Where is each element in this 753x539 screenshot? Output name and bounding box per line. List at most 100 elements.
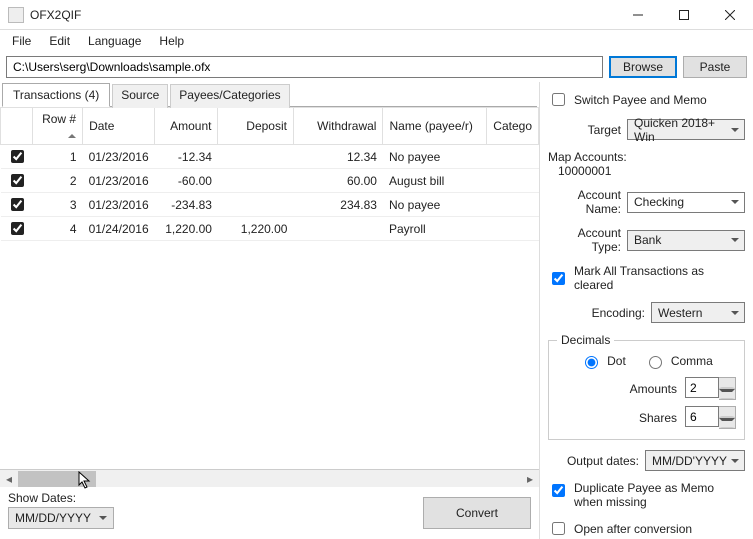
row-checkbox[interactable] — [11, 150, 24, 163]
cell-date: 01/23/2016 — [83, 193, 155, 217]
decimals-legend: Decimals — [557, 333, 614, 347]
convert-button[interactable]: Convert — [423, 497, 531, 529]
cell-date: 01/23/2016 — [83, 169, 155, 193]
paste-button[interactable]: Paste — [683, 56, 747, 78]
encoding-label: Encoding: — [548, 306, 645, 320]
menu-bar: File Edit Language Help — [0, 30, 753, 52]
tab-payees[interactable]: Payees/Categories — [170, 84, 289, 108]
sort-asc-icon — [68, 130, 76, 138]
cell-amount: 1,220.00 — [155, 217, 218, 241]
account-type-label: Account Type: — [548, 226, 621, 254]
col-row[interactable]: Row # — [33, 108, 83, 145]
amounts-label: Amounts — [630, 382, 677, 396]
row-checkbox[interactable] — [11, 222, 24, 235]
scroll-left-icon[interactable]: ◂ — [0, 470, 18, 488]
table-row[interactable]: 2 01/23/2016 -60.00 60.00 August bill — [1, 169, 539, 193]
open-after-checkbox[interactable] — [552, 522, 565, 535]
col-withdrawal[interactable]: Withdrawal — [293, 108, 383, 145]
cell-row: 4 — [33, 217, 83, 241]
browse-button[interactable]: Browse — [609, 56, 677, 78]
title-bar: OFX2QIF — [0, 0, 753, 30]
cell-deposit — [218, 193, 294, 217]
close-button[interactable] — [707, 0, 753, 30]
file-path-input[interactable] — [6, 56, 603, 78]
encoding-select[interactable]: Western — [651, 302, 745, 323]
col-date[interactable]: Date — [83, 108, 155, 145]
menu-help[interactable]: Help — [151, 32, 192, 50]
row-checkbox[interactable] — [11, 174, 24, 187]
output-dates-select[interactable]: MM/DD'YYYY — [645, 450, 745, 471]
output-dates-label: Output dates: — [548, 454, 639, 468]
target-select[interactable]: Quicken 2018+ Win — [627, 119, 745, 140]
account-name-label: Account Name: — [548, 188, 621, 216]
cell-deposit — [218, 145, 294, 169]
shares-label: Shares — [639, 411, 677, 425]
col-deposit[interactable]: Deposit — [218, 108, 294, 145]
dup-payee-label: Duplicate Payee as Memo when missing — [574, 481, 745, 509]
menu-language[interactable]: Language — [80, 32, 149, 50]
menu-file[interactable]: File — [4, 32, 39, 50]
cell-category — [487, 169, 539, 193]
col-category[interactable]: Catego — [487, 108, 539, 145]
open-after-label: Open after conversion — [574, 522, 692, 536]
cell-amount: -60.00 — [155, 169, 218, 193]
cell-amount: -12.34 — [155, 145, 218, 169]
show-dates-select[interactable]: MM/DD/YYYY — [8, 507, 114, 529]
account-type-select[interactable]: Bank — [627, 230, 745, 251]
spin-down-icon[interactable] — [719, 418, 735, 429]
col-checkbox[interactable] — [1, 108, 33, 145]
amounts-spinner[interactable] — [685, 377, 736, 400]
scroll-right-icon[interactable]: ▸ — [521, 470, 539, 488]
menu-edit[interactable]: Edit — [41, 32, 78, 50]
app-icon — [8, 7, 24, 23]
spin-down-icon[interactable] — [719, 389, 735, 400]
cell-category — [487, 217, 539, 241]
spin-up-icon[interactable] — [719, 407, 735, 418]
cell-name: No payee — [383, 145, 487, 169]
switch-payee-checkbox[interactable] — [552, 93, 565, 106]
table-row[interactable]: 1 01/23/2016 -12.34 12.34 No payee — [1, 145, 539, 169]
account-name-input[interactable]: Checking — [627, 192, 745, 213]
table-row[interactable]: 3 01/23/2016 -234.83 234.83 No payee — [1, 193, 539, 217]
cell-date: 01/24/2016 — [83, 217, 155, 241]
decimals-group: Decimals Dot Comma Amounts Shares — [548, 333, 745, 440]
mark-cleared-label: Mark All Transactions as cleared — [574, 264, 745, 292]
window-title: OFX2QIF — [30, 8, 615, 22]
tab-transactions[interactable]: Transactions (4) — [2, 83, 110, 107]
table-row[interactable]: 4 01/24/2016 1,220.00 1,220.00 Payroll — [1, 217, 539, 241]
scroll-thumb[interactable] — [18, 471, 96, 487]
row-checkbox[interactable] — [11, 198, 24, 211]
target-label: Target — [548, 123, 621, 137]
cell-withdrawal — [293, 217, 383, 241]
minimize-button[interactable] — [615, 0, 661, 30]
spin-up-icon[interactable] — [719, 378, 735, 389]
col-amount[interactable]: Amount — [155, 108, 218, 145]
dup-payee-checkbox[interactable] — [552, 484, 565, 497]
cell-withdrawal: 60.00 — [293, 169, 383, 193]
cell-amount: -234.83 — [155, 193, 218, 217]
col-name[interactable]: Name (payee/r) — [383, 108, 487, 145]
account-id-label: 10000001 — [548, 164, 745, 178]
tab-bar: Transactions (4) Source Payees/Categorie… — [2, 82, 537, 107]
show-dates-label: Show Dates: — [8, 491, 114, 505]
cell-deposit — [218, 169, 294, 193]
cell-withdrawal: 12.34 — [293, 145, 383, 169]
shares-spinner[interactable] — [685, 406, 736, 429]
cell-name: August bill — [383, 169, 487, 193]
transactions-grid[interactable]: Row # Date Amount Deposit Withdrawal Nam… — [0, 107, 539, 469]
horizontal-scrollbar[interactable]: ◂ ▸ — [0, 469, 539, 487]
cell-row: 3 — [33, 193, 83, 217]
cell-category — [487, 145, 539, 169]
cell-withdrawal: 234.83 — [293, 193, 383, 217]
comma-radio[interactable] — [649, 356, 662, 369]
cell-category — [487, 193, 539, 217]
cell-name: No payee — [383, 193, 487, 217]
dot-radio[interactable] — [585, 356, 598, 369]
cell-name: Payroll — [383, 217, 487, 241]
maximize-button[interactable] — [661, 0, 707, 30]
cell-date: 01/23/2016 — [83, 145, 155, 169]
switch-payee-label: Switch Payee and Memo — [574, 93, 707, 107]
mark-cleared-checkbox[interactable] — [552, 272, 565, 285]
cell-row: 1 — [33, 145, 83, 169]
tab-source[interactable]: Source — [112, 84, 168, 108]
